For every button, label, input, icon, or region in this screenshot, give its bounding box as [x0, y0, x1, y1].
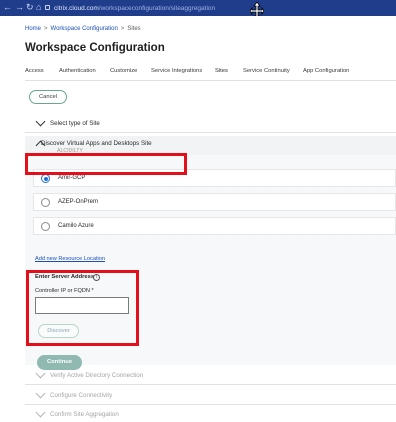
resource-location-label: AZEP-OnPrem [58, 199, 99, 205]
section-discover-label: Discover Virtual Apps and Desktops Site [41, 140, 152, 147]
resource-location-label: Camilo Azure [58, 223, 94, 229]
url-host: citrix.cloud.com [54, 5, 99, 12]
section-select-type-label: Select type of Site [50, 120, 100, 127]
tab-app-configuration[interactable]: App Configuration [303, 67, 349, 81]
chevron-down-icon [35, 388, 46, 399]
url-path: /workspaceconfiguration/siteaggregation [98, 5, 216, 12]
breadcrumb-sites: Sites [127, 26, 141, 32]
radio-unselected-icon[interactable] [41, 222, 50, 231]
forward-icon[interactable]: → [15, 2, 24, 13]
section-configure-connectivity[interactable]: Configure Connectivity [25, 388, 396, 405]
page-content: Home > Workspace Configuration > Sites Works… [0, 16, 396, 422]
chevron-down-icon [35, 407, 46, 418]
back-icon[interactable]: ← [3, 2, 12, 13]
add-resource-location-link[interactable]: Add new Resource Location [35, 256, 105, 262]
tab-service-continuity[interactable]: Service Continuity [243, 67, 290, 81]
section-select-type[interactable]: Select type of Site [25, 116, 396, 133]
breadcrumb-separator: > [120, 26, 125, 32]
tab-sites[interactable]: Sites [215, 67, 228, 81]
chevron-down-icon [35, 368, 46, 379]
breadcrumb-separator: > [44, 26, 48, 32]
annotation-highlight-discover [25, 153, 187, 175]
breadcrumb: Home > Workspace Configuration > Sites [25, 26, 141, 32]
radio-unselected-icon[interactable] [41, 198, 50, 207]
resource-location-option[interactable]: AZEP-OnPrem [33, 193, 396, 211]
browser-toolbar: ← → ↻ ⌂ citrix.cloud.com/workspaceconfig… [0, 0, 396, 16]
tabs-divider [25, 80, 396, 81]
tab-authentication[interactable]: Authentication [59, 67, 96, 81]
breadcrumb-workspace-configuration[interactable]: Workspace Configuration [51, 26, 118, 32]
address-bar[interactable]: citrix.cloud.com/workspaceconfiguration/… [54, 3, 354, 14]
reload-icon[interactable]: ↻ [26, 2, 34, 13]
lock-icon[interactable] [45, 5, 50, 10]
tab-access[interactable]: Access [25, 67, 44, 81]
annotation-highlight-server-address [26, 270, 139, 346]
home-icon[interactable]: ⌂ [36, 2, 41, 13]
chevron-down-icon [35, 116, 46, 127]
radio-selected-icon[interactable] [41, 174, 50, 183]
tab-service-integrations[interactable]: Service Integrations [151, 67, 202, 81]
resource-location-label: Amir-GCP [58, 175, 86, 181]
section-verify-ad-label: Verify Active Directory Connection [50, 372, 144, 379]
section-configure-connectivity-label: Configure Connectivity [50, 392, 113, 399]
cancel-button[interactable]: Cancel [29, 90, 67, 104]
page-title: Workspace Configuration [25, 42, 165, 54]
resource-location-option[interactable]: Camilo Azure [33, 217, 396, 235]
tab-customize[interactable]: Customize [110, 67, 137, 81]
section-confirm-aggregation[interactable]: Confirm Site Aggregation [25, 407, 396, 422]
section-verify-ad[interactable]: Verify Active Directory Connection [25, 368, 396, 385]
breadcrumb-home[interactable]: Home [25, 26, 41, 32]
section-confirm-aggregation-label: Confirm Site Aggregation [50, 411, 119, 418]
